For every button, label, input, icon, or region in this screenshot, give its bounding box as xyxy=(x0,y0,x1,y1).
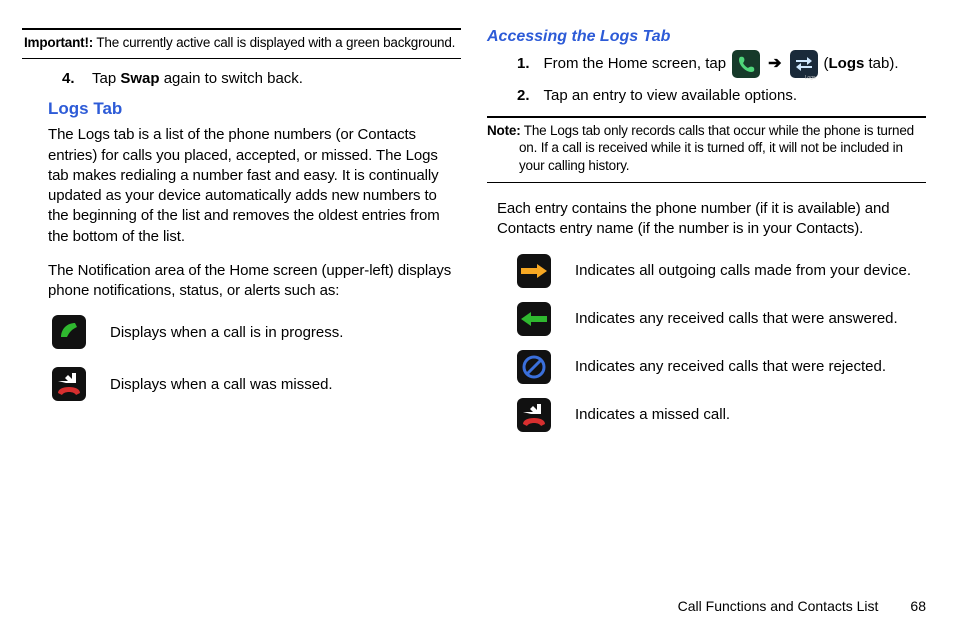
step-4: 4. Tap Swap again to switch back. xyxy=(62,69,461,89)
page-footer: Call Functions and Contacts List 68 xyxy=(678,598,926,614)
outgoing-call-icon xyxy=(517,254,551,288)
footer-section: Call Functions and Contacts List xyxy=(678,598,879,614)
step-number: 1. xyxy=(517,54,530,74)
divider xyxy=(22,58,461,59)
notification-icon-row: Displays when a call is in progress. xyxy=(52,315,461,349)
log-icon-row: Indicates any received calls that were a… xyxy=(517,302,926,336)
note-text: The Logs tab only records calls that occ… xyxy=(521,123,914,138)
icon-description: Indicates all outgoing calls made from y… xyxy=(575,261,911,281)
step-text: Tap an entry to view available options. xyxy=(544,86,797,106)
log-icon-row: Indicates a missed call. xyxy=(517,398,926,432)
step-number: 2. xyxy=(517,86,530,106)
note-callout: Note: The Logs tab only records calls th… xyxy=(487,122,926,177)
call-in-progress-icon xyxy=(52,315,86,349)
icon-description: Indicates any received calls that were r… xyxy=(575,357,886,377)
entry-info-paragraph: Each entry contains the phone number (if… xyxy=(497,199,922,240)
log-icon-row: Indicates any received calls that were r… xyxy=(517,350,926,384)
logs-tab-icon: Logs xyxy=(790,50,818,78)
icon-description: Displays when a call was missed. xyxy=(110,375,333,395)
divider xyxy=(487,116,926,118)
missed-call-log-icon xyxy=(517,398,551,432)
phone-app-icon xyxy=(732,50,760,78)
icon-description: Indicates a missed call. xyxy=(575,405,730,425)
notification-icon-row: Displays when a call was missed. xyxy=(52,367,461,401)
logs-icon-label: Logs xyxy=(805,75,816,82)
heading-logs-tab: Logs Tab xyxy=(48,99,461,119)
missed-call-icon xyxy=(52,367,86,401)
received-call-icon xyxy=(517,302,551,336)
arrow-icon: ➔ xyxy=(768,54,781,75)
logs-tab-paragraph-2: The Notification area of the Home screen… xyxy=(48,261,457,302)
important-text: The currently active call is displayed w… xyxy=(93,35,455,50)
icon-description: Indicates any received calls that were a… xyxy=(575,309,898,329)
important-lead: Important!: xyxy=(24,35,93,50)
heading-accessing-logs: Accessing the Logs Tab xyxy=(487,28,926,46)
footer-page-number: 68 xyxy=(910,598,926,614)
divider xyxy=(22,28,461,30)
important-callout: Important!: The currently active call is… xyxy=(22,34,461,54)
icon-description: Displays when a call is in progress. xyxy=(110,323,343,343)
divider xyxy=(487,182,926,183)
step-2: 2. Tap an entry to view available option… xyxy=(517,86,926,106)
step-text: From the Home screen, tap ➔ Logs (Logs t… xyxy=(544,50,899,78)
step-number: 4. xyxy=(62,69,74,89)
step-text: Tap Swap again to switch back. xyxy=(92,69,461,89)
note-lead: Note: xyxy=(487,123,521,138)
log-icon-row: Indicates all outgoing calls made from y… xyxy=(517,254,926,288)
logs-tab-paragraph-1: The Logs tab is a list of the phone numb… xyxy=(48,125,457,247)
step-1: 1. From the Home screen, tap ➔ Logs (Log xyxy=(517,50,926,78)
rejected-call-icon xyxy=(517,350,551,384)
